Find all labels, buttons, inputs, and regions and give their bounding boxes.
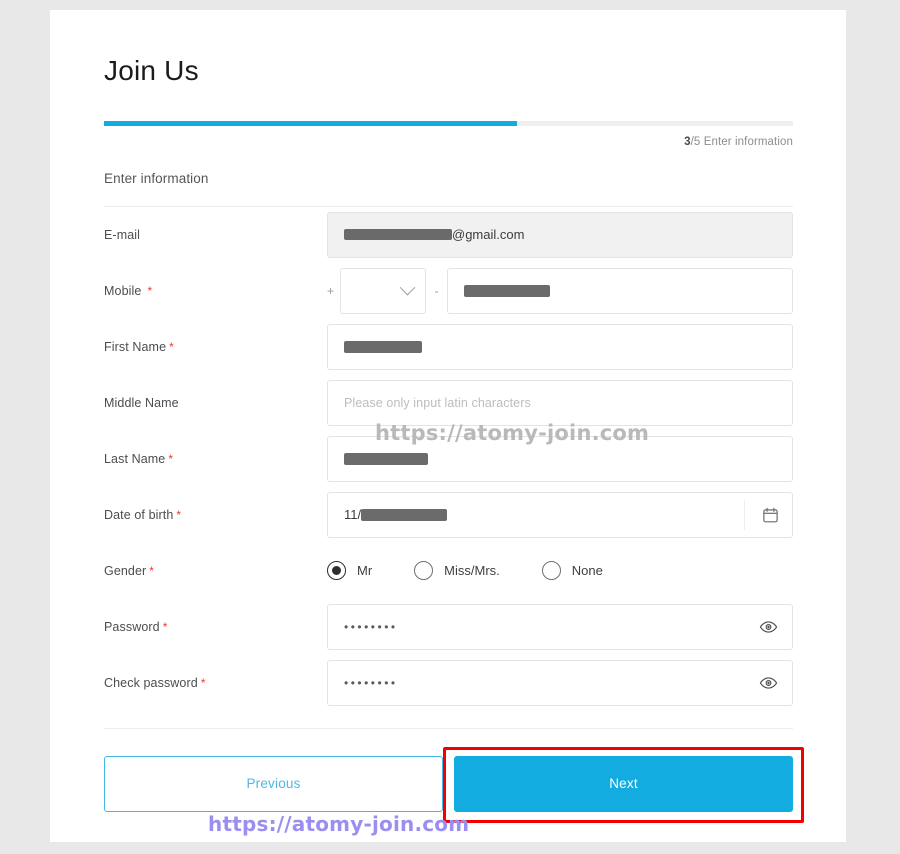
form-row-password: Password * •••••••• — [104, 599, 793, 655]
required-marker-mobile: * — [147, 283, 153, 298]
radio-dot — [332, 566, 341, 576]
gender-option-mr[interactable]: Mr — [327, 561, 373, 581]
card-content: Join Us 3/5 Enter information Enter info… — [104, 10, 804, 823]
form-row-middle-name: Middle Name Please only input latin char… — [104, 375, 793, 431]
label-gender-text: Gender — [104, 563, 147, 578]
footer-divider — [104, 727, 793, 729]
password-masked-value: •••••••• — [344, 619, 398, 634]
label-gender: Gender * — [104, 564, 327, 578]
eye-icon[interactable] — [759, 617, 778, 636]
label-password: Password * — [104, 620, 327, 634]
label-mobile-text: Mobile — [104, 283, 142, 298]
progress-bar-fill — [104, 120, 518, 126]
label-first-name-text: First Name — [104, 339, 167, 354]
form-row-gender: Gender * Mr Miss/Mrs. None — [104, 543, 793, 599]
phone-plus-symbol: + — [327, 283, 335, 298]
required-marker-last-name: * — [168, 451, 174, 466]
mobile-number-redaction — [464, 284, 550, 297]
progress-caption: 3/5 Enter information — [104, 136, 793, 148]
check-password-input[interactable]: •••••••• — [327, 659, 793, 706]
form-row-first-name: First Name * — [104, 319, 793, 375]
phone-dash-symbol: - — [434, 283, 439, 298]
gender-option-none-label: None — [571, 563, 603, 579]
progress-bar — [104, 120, 793, 126]
form-row-check-password: Check password * •••••••• — [104, 655, 793, 711]
gender-option-none[interactable]: None — [541, 561, 603, 581]
label-first-name: First Name * — [104, 340, 327, 354]
watermark-bottom: https://atomy-join.com — [208, 812, 470, 836]
label-middle-name-text: Middle Name — [104, 395, 179, 410]
required-marker-password: * — [162, 619, 168, 634]
section-title: Enter information — [104, 170, 209, 186]
label-password-text: Password — [104, 619, 160, 634]
radio-icon-selected — [327, 561, 346, 581]
password-input[interactable]: •••••••• — [327, 603, 793, 650]
required-marker-check-password: * — [200, 675, 206, 690]
last-name-input[interactable] — [327, 435, 793, 482]
date-of-birth-prefix: 11/ — [344, 507, 362, 523]
label-email: E-mail — [104, 228, 327, 242]
email-redaction — [344, 229, 452, 241]
gender-radio-group: Mr Miss/Mrs. None — [327, 561, 603, 581]
last-name-redaction — [344, 452, 428, 465]
control-mobile: + - — [327, 267, 793, 314]
label-middle-name: Middle Name — [104, 396, 327, 410]
control-last-name — [327, 435, 793, 482]
label-check-password-text: Check password — [104, 675, 198, 690]
gender-option-miss-mrs[interactable]: Miss/Mrs. — [414, 561, 500, 581]
date-field-divider — [744, 499, 745, 530]
label-email-text: E-mail — [104, 227, 141, 242]
check-password-masked-value: •••••••• — [344, 675, 398, 690]
label-date-of-birth: Date of birth * — [104, 508, 327, 522]
country-code-select[interactable] — [340, 267, 426, 314]
label-mobile: Mobile * — [104, 284, 327, 298]
form-row-email: E-mail @gmail.com — [104, 207, 793, 263]
eye-icon[interactable] — [759, 673, 778, 692]
previous-button[interactable]: Previous — [104, 755, 443, 812]
control-password: •••••••• — [327, 603, 793, 650]
first-name-input[interactable] — [327, 323, 793, 370]
required-marker-first-name: * — [169, 339, 174, 354]
middle-name-input[interactable]: Please only input latin characters — [327, 379, 793, 426]
control-email: @gmail.com — [327, 211, 793, 258]
join-us-card: Join Us 3/5 Enter information Enter info… — [50, 10, 846, 842]
progress-step-total: /5 — [690, 135, 701, 148]
first-name-redaction — [344, 340, 422, 353]
label-last-name-text: Last Name — [104, 451, 166, 466]
required-marker-gender: * — [149, 563, 155, 578]
middle-name-placeholder: Please only input latin characters — [344, 395, 531, 410]
next-button[interactable]: Next — [454, 755, 793, 812]
control-middle-name: Please only input latin characters — [327, 379, 793, 426]
registration-form: E-mail @gmail.com Mobile * + - First Nam… — [104, 207, 793, 711]
gender-option-miss-mrs-label: Miss/Mrs. — [444, 563, 500, 579]
control-first-name — [327, 323, 793, 370]
mobile-number-input[interactable] — [447, 267, 793, 314]
email-input: @gmail.com — [327, 211, 793, 258]
radio-icon-unselected — [414, 561, 434, 581]
form-row-last-name: Last Name * — [104, 431, 793, 487]
page-title: Join Us — [104, 55, 199, 86]
label-check-password: Check password * — [104, 676, 327, 690]
label-date-of-birth-text: Date of birth — [104, 507, 174, 522]
control-gender: Mr Miss/Mrs. None — [327, 561, 793, 581]
form-row-date-of-birth: Date of birth * 11/ — [104, 487, 793, 543]
progress-step-label: Enter information — [700, 135, 793, 148]
calendar-icon[interactable] — [762, 506, 779, 523]
control-check-password: •••••••• — [327, 659, 793, 706]
date-of-birth-input[interactable]: 11/ — [327, 491, 793, 538]
date-of-birth-redaction — [361, 508, 448, 521]
form-row-mobile: Mobile * + - — [104, 263, 793, 319]
required-marker-date-of-birth: * — [176, 507, 182, 522]
chevron-down-icon — [399, 279, 416, 296]
control-date-of-birth: 11/ — [327, 491, 793, 538]
label-last-name: Last Name * — [104, 452, 327, 466]
form-actions: Previous Next — [104, 746, 804, 823]
radio-icon-unselected — [541, 561, 561, 581]
gender-option-mr-label: Mr — [357, 563, 373, 579]
email-domain: @gmail.com — [452, 227, 525, 243]
